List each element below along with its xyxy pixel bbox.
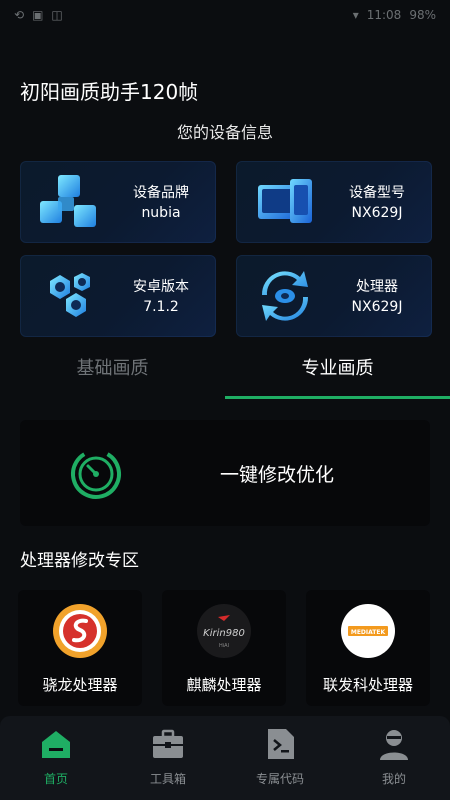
active-tab-indicator [225, 396, 450, 399]
device-brand-text: 设备品牌 nubia [112, 183, 210, 223]
app-icon: ◫ [51, 8, 63, 22]
kirin-label: 麒麟处理器 [186, 676, 262, 694]
power-timer-icon [71, 449, 121, 499]
snapdragon-processor-button[interactable]: 骁龙处理器 [18, 590, 142, 706]
cubes-icon [40, 175, 96, 227]
user-icon [380, 730, 408, 760]
mediatek-processor-button[interactable]: MEDIATEK 联发科处理器 [306, 590, 430, 706]
processor-zone-title: 处理器修改专区 [20, 551, 139, 571]
clock: 11:08 [366, 8, 402, 22]
quality-tabs: 基础画质 专业画质 [0, 346, 450, 402]
battery-level: 98% [409, 8, 436, 22]
status-left: ⟲ ▣ ◫ [14, 8, 63, 22]
toolbox-icon [153, 729, 183, 758]
tab-basic-quality[interactable]: 基础画质 [0, 346, 225, 398]
svg-text:HiAI: HiAI [219, 643, 229, 649]
one-key-optimize-button[interactable]: 一键修改优化 [20, 420, 430, 526]
device-brand-value: nubia [141, 205, 181, 221]
status-right: ▾ 11:08 98% [353, 8, 436, 22]
snapdragon-logo [53, 604, 107, 658]
device-model-label: 设备型号 [349, 185, 405, 201]
nav-toolbox-label: 工具箱 [149, 772, 186, 786]
nav-exclusive-code-label: 专属代码 [255, 772, 304, 786]
nav-home-label: 首页 [43, 772, 68, 786]
device-brand-card: 设备品牌 nubia [20, 161, 216, 243]
device-model-card: 设备型号 NX629J [236, 161, 432, 243]
one-key-optimize-label: 一键修改优化 [220, 464, 335, 486]
devices-icon [258, 179, 312, 223]
processor-value: NX629J [351, 299, 403, 315]
android-version-value: 7.1.2 [143, 299, 179, 315]
nav-mine[interactable]: 我的 [338, 726, 450, 796]
android-version-card: 安卓版本 7.1.2 [20, 255, 216, 337]
svg-text:Kirin980: Kirin980 [203, 628, 245, 639]
processor-card: 处理器 NX629J [236, 255, 432, 337]
nav-mine-label: 我的 [381, 772, 406, 786]
processor-label: 处理器 [356, 279, 398, 295]
wifi-icon: ▾ [352, 8, 359, 22]
kirin-logo: Kirin980 HiAI [197, 604, 251, 658]
nav-home[interactable]: 首页 [0, 726, 112, 796]
tab-pro-quality[interactable]: 专业画质 [225, 346, 450, 398]
image-icon: ▣ [32, 8, 44, 22]
android-version-text: 安卓版本 7.1.2 [112, 277, 210, 317]
processor-text: 处理器 NX629J [328, 277, 426, 317]
svg-text:MEDIATEK: MEDIATEK [351, 629, 386, 636]
nuts-icon [50, 273, 90, 317]
status-bar: ⟲ ▣ ◫ ▾ 11:08 98% [0, 0, 450, 30]
device-brand-label: 设备品牌 [133, 185, 189, 201]
kirin-processor-button[interactable]: Kirin980 HiAI 麒麟处理器 [162, 590, 286, 706]
app-title: 初阳画质助手120帧 [20, 80, 199, 104]
nav-exclusive-code[interactable]: 专属代码 [224, 726, 336, 796]
device-model-value: NX629J [351, 205, 403, 221]
mediatek-logo: MEDIATEK [341, 604, 395, 658]
sync-icon: ⟲ [14, 8, 25, 22]
snapdragon-label: 骁龙处理器 [42, 676, 118, 694]
code-file-icon [268, 729, 294, 759]
bottom-navigation: 首页 工具箱 专属代码 我的 [0, 716, 450, 800]
android-version-label: 安卓版本 [133, 279, 189, 295]
device-model-text: 设备型号 NX629J [328, 183, 426, 223]
mediatek-label: 联发科处理器 [322, 676, 413, 694]
nav-toolbox[interactable]: 工具箱 [112, 726, 224, 796]
refresh-chip-icon [261, 271, 309, 321]
device-info-heading: 您的设备信息 [176, 123, 273, 142]
home-icon [42, 731, 70, 758]
